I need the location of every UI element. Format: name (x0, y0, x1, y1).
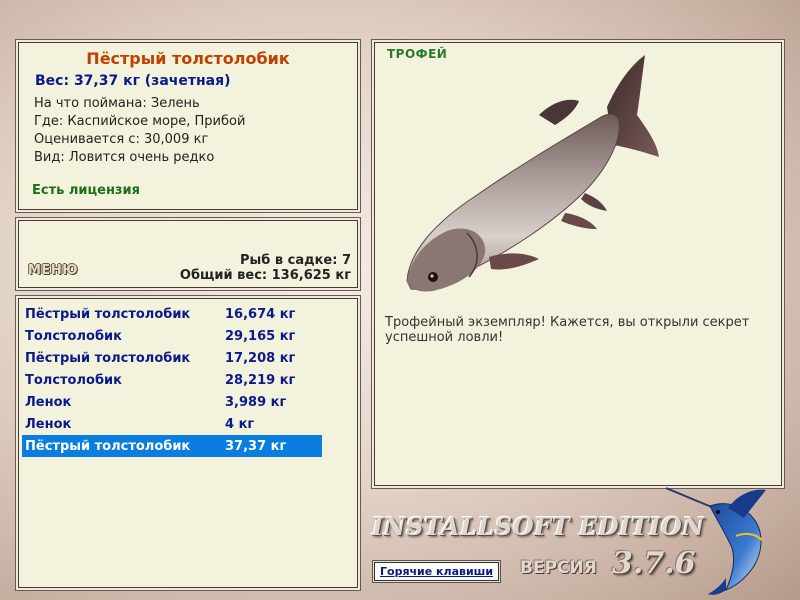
catch-weight: 4 кг (225, 416, 255, 432)
fish-name: Пёстрый толстолобик (86, 49, 290, 68)
catch-list-panel: Пёстрый толстолобик 16,674 кг Толстолоби… (18, 298, 358, 588)
fish-details: На что поймана: Зелень Где: Каспийское м… (34, 95, 245, 167)
catch-row-selected[interactable]: Пёстрый толстолобик 37,37 кг (22, 435, 322, 457)
fish-info-panel: Пёстрый толстолобик Вес: 37,37 кг (зачет… (18, 42, 358, 210)
catch-weight: 17,208 кг (225, 350, 296, 366)
catch-weight: 37,37 кг (225, 438, 287, 454)
catch-row[interactable]: Пёстрый толстолобик 16,674 кг (22, 303, 322, 325)
catch-list: Пёстрый толстолобик 16,674 кг Толстолоби… (22, 303, 322, 457)
catch-weight: 16,674 кг (225, 306, 296, 322)
catch-name: Толстолобик (25, 372, 122, 388)
kind-line: Вид: Ловится очень редко (34, 150, 215, 165)
hotkeys-link[interactable]: Горячие клавиши (374, 562, 500, 581)
catch-name: Толстолобик (25, 328, 122, 344)
trophy-message: Трофейный экземпляр! Кажется, вы открыли… (385, 315, 750, 345)
trophy-panel: ТРОФЕЙ Трофейный экземпляр! Кажется, вы … (374, 42, 782, 486)
bighead-carp-image (406, 55, 659, 292)
bait-line: На что поймана: Зелень (34, 96, 200, 111)
catch-row[interactable]: Толстолобик 28,219 кг (22, 369, 322, 391)
keepnet-panel: МЕНЮ Рыб в садке: 7 Общий вес: 136,625 к… (18, 220, 358, 288)
catch-row[interactable]: Ленок 3,989 кг (22, 391, 322, 413)
catch-row[interactable]: Пёстрый толстолобик 17,208 кг (22, 347, 322, 369)
catch-name: Ленок (25, 394, 72, 410)
catch-name: Пёстрый толстолобик (25, 306, 191, 322)
fish-weight: Вес: 37,37 кг (зачетная) (35, 73, 231, 89)
catch-name: Пёстрый толстолобик (25, 350, 191, 366)
catch-name: Ленок (25, 416, 72, 432)
catch-row[interactable]: Ленок 4 кг (22, 413, 322, 435)
brand-title: INSTALLSOFT EDITION (372, 512, 705, 541)
marlin-logo-icon (666, 487, 766, 595)
catch-name: Пёстрый толстолобик (25, 438, 191, 454)
catch-weight: 28,219 кг (225, 372, 296, 388)
catch-weight: 29,165 кг (225, 328, 296, 344)
total-weight: Общий вес: 136,625 кг (179, 268, 351, 283)
catch-row[interactable]: Толстолобик 29,165 кг (22, 325, 322, 347)
location-line: Где: Каспийское море, Прибой (34, 114, 246, 129)
fish-count: Рыб в садке: 7 (239, 253, 351, 268)
version-label: ВЕРСИЯ (520, 558, 597, 578)
menu-button[interactable]: МЕНЮ (28, 263, 78, 278)
catch-weight: 3,989 кг (225, 394, 287, 410)
license-status: Есть лицензия (32, 183, 140, 198)
rated-from-line: Оценивается с: 30,009 кг (34, 132, 209, 147)
trophy-label: ТРОФЕЙ (387, 47, 448, 61)
keepnet-stats: Рыб в садке: 7 Общий вес: 136,625 кг (180, 253, 351, 283)
